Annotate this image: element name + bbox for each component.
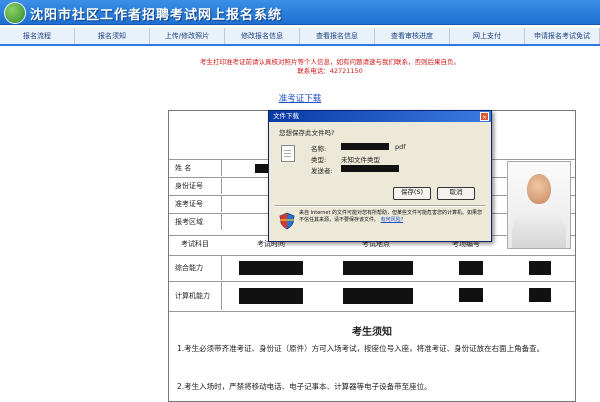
label-name: 姓 名 [169,160,222,176]
close-icon[interactable]: × [480,112,489,121]
avatar-body [512,206,566,248]
field-label-name: 名称: [311,145,327,153]
nav-item-review-progress[interactable]: 查看审核进度 [375,28,450,44]
label-id-number: 身份证号 [169,178,222,194]
schedule-row: 计算机能力 [169,281,575,310]
nav-item-online-payment[interactable]: 网上支付 [450,28,525,44]
site-logo-icon [4,2,26,24]
schedule-row: 综合能力 [169,255,575,280]
avatar-head [527,174,551,204]
redacted-filename [341,143,389,150]
redacted-value [529,288,551,302]
risk-link[interactable]: 有何风险? [381,217,404,223]
field-value-name: pdf [395,143,406,151]
save-button[interactable]: 保存(S) [393,187,431,200]
header-subject: 考试科目 [181,240,209,248]
dialog-titlebar[interactable]: 文件下载 [269,111,491,122]
label-area: 报考区域 [169,214,222,230]
dialog-title: 文件下载 [273,112,299,120]
grid-bottom-border [169,311,575,312]
redacted-value [343,261,413,275]
candidate-notice-item: 2.考生入场时，严禁将移动电话、电子记事本、计算器等电子设备带至座位。 [177,382,432,391]
redacted-value [529,261,551,275]
nav-item-view-info[interactable]: 查看报名信息 [300,28,375,44]
nav-item-exemption[interactable]: 申请报名考试免试 [525,28,600,44]
nav-item-edit-info[interactable]: 修改报名信息 [225,28,300,44]
file-download-dialog: 文件下载 × 您想保存此文件吗? 名称: pdf 类型: 未知文件类型 发送者:… [268,110,492,242]
candidate-notice-item: 1.考生必须带齐准考证、身份证（原件）方可入场考试，按座位号入座，将准考证、身份… [177,344,545,353]
subject-cell: 综合能力 [169,256,222,280]
redacted-value [459,288,483,302]
nav-item-instructions[interactable]: 报名须知 [75,28,150,44]
candidate-photo-avatar [507,161,571,249]
field-label-sender: 发送者: [311,167,333,175]
redacted-value [343,288,413,304]
shield-icon [279,212,295,230]
nav-item-upload-photo[interactable]: 上传/修改照片 [150,28,225,44]
notice-line: 考生打印准考证前请认真核对照片等个人信息，如有问题请速与我们联系，否则后果自负。 [200,58,460,66]
notice-phone: 联系电话：42721150 [297,67,363,75]
redacted-value [459,261,483,275]
redacted-value [239,261,303,275]
redacted-value [239,288,303,304]
dialog-divider [275,205,485,207]
nav-item-process[interactable]: 报名流程 [0,28,75,44]
file-icon [281,145,295,162]
site-title: 沈阳市社区工作者招聘考试网上报名系统 [30,8,283,23]
red-notice: 考生打印准考证前请认真核对照片等个人信息，如有问题请速与我们联系，否则后果自负。… [200,58,460,76]
field-label-type: 类型: [311,156,327,164]
security-warning: 来自 Internet 的文件可能对您有所帮助，但某些文件可能危害您的计算机。如… [299,210,485,224]
subject-cell: 计算机能力 [169,282,222,310]
field-value-type: 未知文件类型 [341,156,380,164]
candidate-notice-title: 考生须知 [352,327,392,338]
redacted-sender [341,165,399,172]
main-nav: 报名流程 报名须知 上传/修改照片 修改报名信息 查看报名信息 查看审核进度 网… [0,28,600,46]
ticket-download-link[interactable]: 准考证下载 [0,92,600,104]
dialog-question: 您想保存此文件吗? [279,129,335,137]
cancel-button[interactable]: 取消 [437,187,475,200]
label-ticket-number: 准考证号 [169,196,222,212]
site-header: 沈阳市社区工作者招聘考试网上报名系统 [0,0,600,25]
